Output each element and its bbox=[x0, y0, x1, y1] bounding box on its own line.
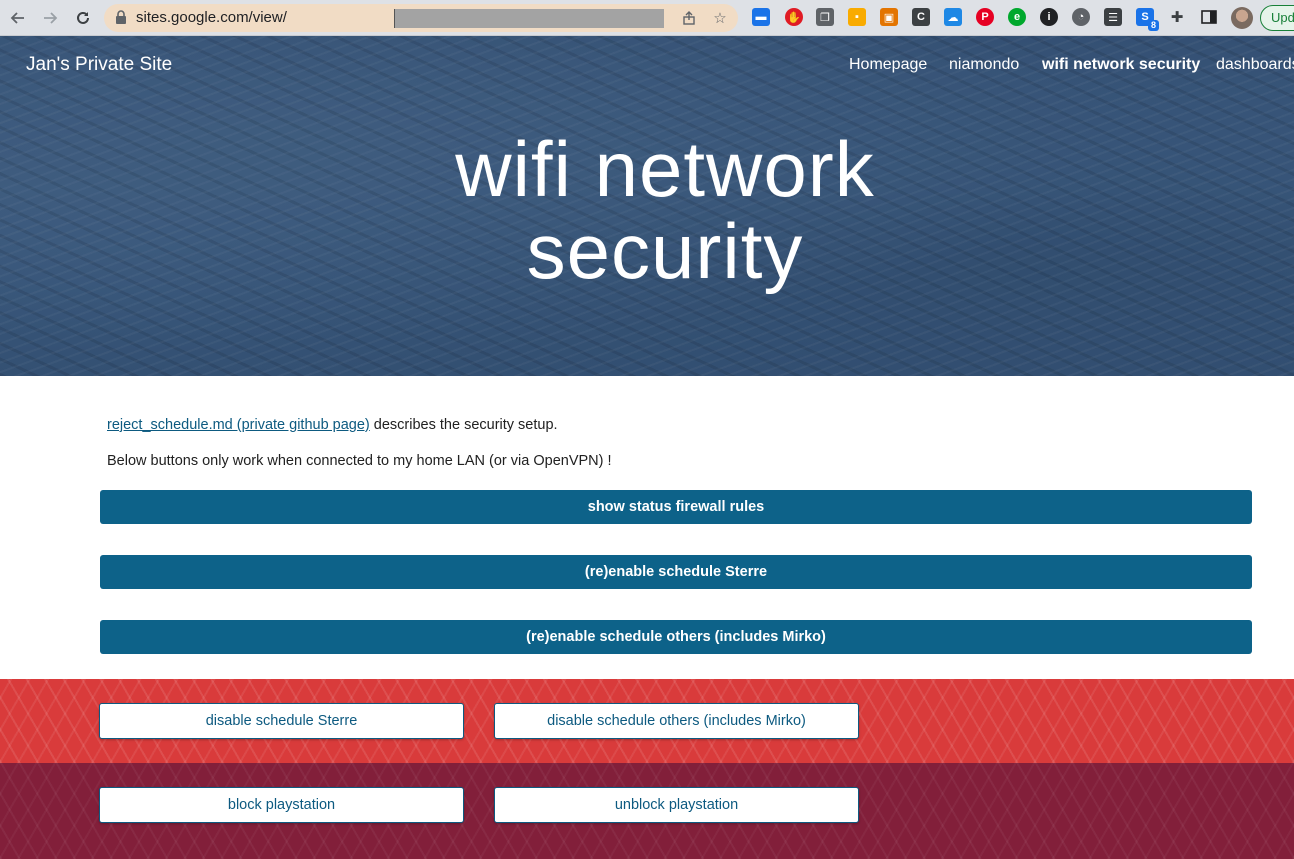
adblock-extension-icon[interactable]: ✋ bbox=[785, 8, 803, 26]
nav-item-niamondo[interactable]: niamondo bbox=[949, 56, 1019, 74]
reenable-schedule-sterre-button[interactable]: (re)enable schedule Sterre bbox=[100, 555, 1252, 589]
keep-extension-icon[interactable]: ▪ bbox=[848, 8, 866, 26]
reenable-schedule-others-button[interactable]: (re)enable schedule others (includes Mir… bbox=[100, 620, 1252, 654]
forward-icon[interactable] bbox=[38, 6, 62, 30]
speed-dial-icon[interactable]: ◔ bbox=[1072, 8, 1090, 26]
nav-item-dashboards[interactable]: dashboards bbox=[1216, 56, 1294, 74]
description-paragraph: reject_schedule.md (private github page)… bbox=[107, 417, 558, 433]
reload-icon[interactable] bbox=[71, 6, 95, 30]
extension-badge: 8 bbox=[1147, 20, 1159, 31]
skype-extension-icon[interactable]: S8 bbox=[1136, 8, 1159, 31]
github-link[interactable]: reject_schedule.md (private github page) bbox=[107, 417, 370, 433]
disable-schedule-sterre-button[interactable]: disable schedule Sterre bbox=[99, 703, 464, 739]
hero-banner: Jan's Private Site Homepage niamondo wif… bbox=[0, 36, 1294, 376]
block-playstation-button[interactable]: block playstation bbox=[99, 787, 464, 823]
presentation-extension-icon[interactable]: ▬ bbox=[752, 8, 770, 26]
pinterest-icon[interactable]: P bbox=[976, 8, 994, 26]
disable-schedule-others-button[interactable]: disable schedule others (includes Mirko) bbox=[494, 703, 859, 739]
site-title[interactable]: Jan's Private Site bbox=[26, 54, 172, 76]
update-button[interactable]: Upd bbox=[1260, 5, 1294, 31]
lan-note: Below buttons only work when connected t… bbox=[107, 453, 612, 469]
address-bar[interactable]: sites.google.com/view/ ☆ bbox=[104, 4, 738, 32]
disable-schedule-section: disable schedule Sterre disable schedule… bbox=[0, 679, 1294, 763]
lock-icon bbox=[115, 10, 127, 29]
back-icon[interactable] bbox=[6, 6, 30, 30]
description-suffix: describes the security setup. bbox=[369, 417, 558, 433]
profile-avatar[interactable] bbox=[1231, 7, 1253, 29]
redacted-url-segment bbox=[394, 9, 664, 28]
bookmark-star-icon[interactable]: ☆ bbox=[711, 9, 729, 27]
playstation-section: block playstation unblock playstation bbox=[0, 763, 1294, 859]
cloud-extension-icon[interactable]: ☁ bbox=[944, 8, 962, 26]
main-content: reject_schedule.md (private github page)… bbox=[0, 376, 1294, 679]
nav-item-homepage[interactable]: Homepage bbox=[849, 56, 927, 74]
nav-item-wifi-network-security[interactable]: wifi network security bbox=[1042, 56, 1200, 74]
c-extension-icon[interactable]: C bbox=[912, 8, 930, 26]
url-text: sites.google.com/view/ bbox=[136, 9, 287, 26]
puzzle-extensions-icon[interactable]: ✚ bbox=[1168, 8, 1186, 26]
list-extension-icon[interactable]: ☰ bbox=[1104, 8, 1122, 26]
page-title-line1: wifi network bbox=[455, 125, 875, 213]
evernote-icon[interactable]: e bbox=[1008, 8, 1026, 26]
onepassword-icon[interactable]: i bbox=[1040, 8, 1058, 26]
image-extension-icon[interactable]: ▣ bbox=[880, 8, 898, 26]
copy-extension-icon[interactable]: ❐ bbox=[816, 8, 834, 26]
page-title-line2: security bbox=[526, 207, 804, 295]
page-title: wifi network security bbox=[0, 128, 1294, 292]
unblock-playstation-button[interactable]: unblock playstation bbox=[494, 787, 859, 823]
side-panel-icon[interactable] bbox=[1200, 8, 1218, 26]
browser-toolbar: sites.google.com/view/ ☆ ▬ ✋ ❐ ▪ ▣ C ☁ P… bbox=[0, 0, 1294, 36]
share-icon[interactable] bbox=[680, 9, 698, 27]
show-status-firewall-rules-button[interactable]: show status firewall rules bbox=[100, 490, 1252, 524]
